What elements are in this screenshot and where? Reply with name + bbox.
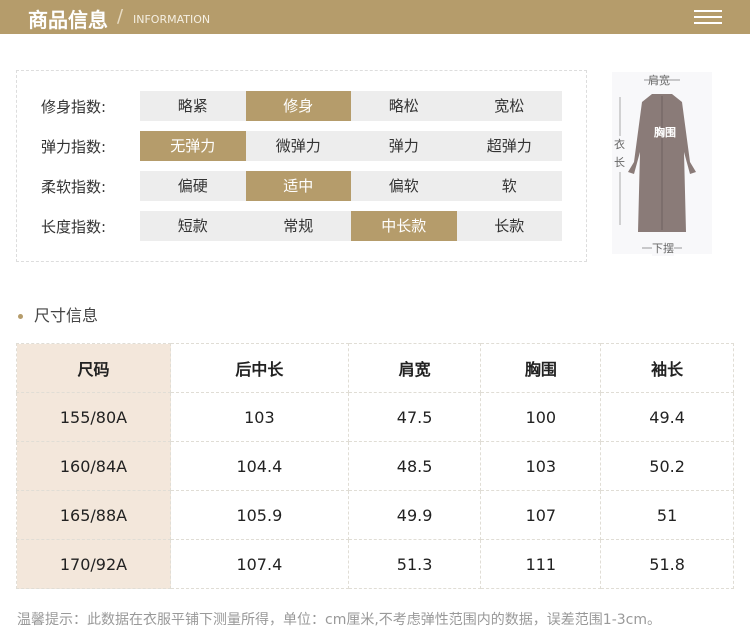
table-cell: 165/88A <box>16 490 171 540</box>
column-header: 肩宽 <box>347 343 482 393</box>
index-option: 适中 <box>245 171 351 201</box>
table-cell: 51.3 <box>347 539 482 589</box>
index-option: 中长款 <box>351 211 457 241</box>
table-row: 155/80A 103 47.5 100 49.4 <box>16 392 734 442</box>
index-option: 修身 <box>245 91 351 121</box>
index-option: 微弹力 <box>245 131 351 161</box>
table-cell: 49.9 <box>347 490 482 540</box>
table-header-row: 尺码 后中长 肩宽 胸围 袖长 <box>16 343 734 393</box>
menu-icon[interactable] <box>694 10 722 24</box>
index-option: 软 <box>456 171 562 201</box>
table-row: 160/84A 104.4 48.5 103 50.2 <box>16 441 734 491</box>
measurement-note: 温馨提示：此数据在衣服平铺下测量所得，单位：cm厘米,不考虑弹性范围内的数据，误… <box>17 612 661 628</box>
table-cell: 105.9 <box>170 490 349 540</box>
column-header: 胸围 <box>480 343 602 393</box>
index-option: 略松 <box>351 91 457 121</box>
index-label: 弹力指数: <box>41 138 107 156</box>
index-option: 略紧 <box>140 91 246 121</box>
index-option: 短款 <box>140 211 246 241</box>
index-option: 宽松 <box>456 91 562 121</box>
index-label: 长度指数: <box>41 218 107 236</box>
index-row: 长度指数: 短款 常规 中长款 长款 <box>17 211 586 241</box>
shoulder-label: 肩宽 <box>648 74 670 87</box>
table-cell: 160/84A <box>16 441 171 491</box>
table-cell: 111 <box>480 539 602 589</box>
index-label: 修身指数: <box>41 98 107 116</box>
header-title: 商品信息 <box>28 8 108 32</box>
table-cell: 107 <box>480 490 602 540</box>
table-cell: 50.2 <box>600 441 734 491</box>
table-cell: 103 <box>170 392 349 442</box>
index-label: 柔软指数: <box>41 178 107 196</box>
fit-index-panel: 修身指数: 略紧 修身 略松 宽松弹力指数: 无弹力 微弹力 弹力 超弹力柔软指数: 偏硬 适中 偏软… <box>16 70 587 262</box>
header: 商品信息 / INFORMATION <box>0 0 750 34</box>
length-label: 衣长 <box>614 136 626 172</box>
table-cell: 48.5 <box>347 441 482 491</box>
index-row: 修身指数: 略紧 修身 略松 宽松 <box>17 91 586 121</box>
index-row: 柔软指数: 偏硬 适中 偏软软 <box>17 171 586 201</box>
table-cell: 100 <box>480 392 602 442</box>
table-cell: 47.5 <box>347 392 482 442</box>
index-option: 偏硬 <box>140 171 246 201</box>
table-cell: 103 <box>480 441 602 491</box>
index-option: 弹力 <box>351 131 457 161</box>
size-section-label: 尺寸信息 <box>34 306 99 325</box>
bullet-icon <box>18 314 23 319</box>
index-option: 无弹力 <box>140 131 246 161</box>
table-cell: 51 <box>600 490 734 540</box>
index-option: 偏软 <box>351 171 457 201</box>
table-row: 170/92A 107.4 51.3 111 51.8 <box>16 539 734 589</box>
table-cell: 155/80A <box>16 392 171 442</box>
divider: / <box>117 6 124 27</box>
table-row: 165/88A 105.9 49.9 107 51 <box>16 490 734 540</box>
column-header: 袖长 <box>600 343 734 393</box>
index-row: 弹力指数: 无弹力 微弹力 弹力 超弹力 <box>17 131 586 161</box>
coat-diagram: 肩宽 胸围 衣长 下摆 <box>612 72 712 256</box>
index-option: 长款 <box>456 211 562 241</box>
table-cell: 104.4 <box>170 441 349 491</box>
table-cell: 170/92A <box>16 539 171 589</box>
index-option: 超弹力 <box>456 131 562 161</box>
table-cell: 49.4 <box>600 392 734 442</box>
size-table: 尺码 后中长 肩宽 胸围 袖长 155/80A 103 47.5 100 49.4 160/84A 1… <box>16 343 734 589</box>
column-header: 尺码 <box>16 343 171 393</box>
table-cell: 107.4 <box>170 539 349 589</box>
chest-label: 胸围 <box>654 126 676 139</box>
column-header: 后中长 <box>170 343 349 393</box>
hem-label: 下摆 <box>652 240 674 256</box>
header-subtitle: INFORMATION <box>133 13 211 26</box>
index-option: 常规 <box>245 211 351 241</box>
table-cell: 51.8 <box>600 539 734 589</box>
size-section-title: 尺寸信息 <box>18 302 98 326</box>
